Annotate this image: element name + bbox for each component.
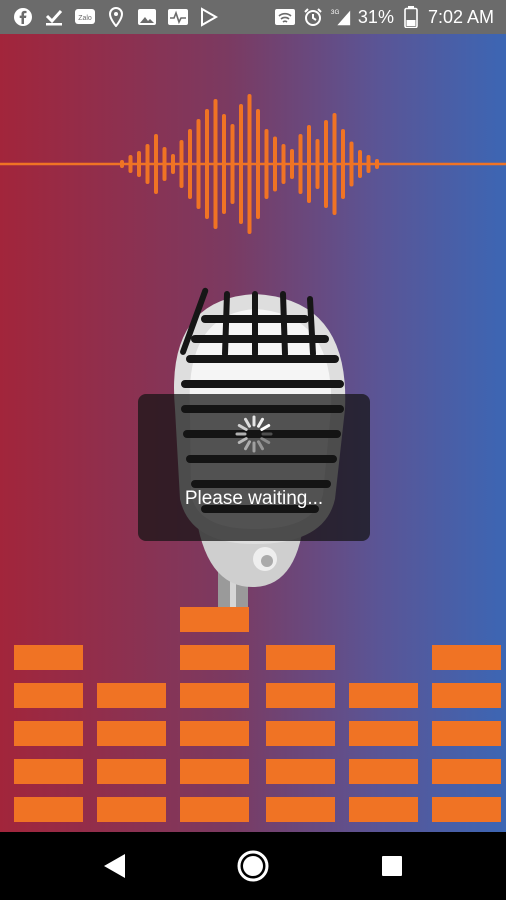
activity-icon — [167, 6, 189, 28]
battery-percent: 31% — [357, 6, 394, 27]
spinner-tick — [257, 440, 264, 451]
spinner-tick — [244, 417, 251, 428]
equalizer-block — [349, 759, 418, 784]
equalizer-block — [14, 683, 83, 708]
svg-text:Zalo: Zalo — [78, 15, 92, 22]
equalizer-block — [14, 721, 83, 746]
facebook-icon — [12, 6, 34, 28]
spinner-tick — [244, 440, 251, 451]
equalizer-block — [432, 645, 501, 670]
equalizer-block — [432, 721, 501, 746]
recents-button[interactable] — [372, 846, 412, 886]
equalizer-block — [266, 645, 335, 670]
recents-icon — [382, 856, 402, 876]
equalizer-block — [266, 721, 335, 746]
home-button[interactable] — [233, 846, 273, 886]
equalizer-block — [266, 759, 335, 784]
back-button[interactable] — [94, 846, 134, 886]
spinner-tick — [237, 424, 248, 431]
equalizer-block — [349, 683, 418, 708]
equalizer-block — [180, 759, 249, 784]
equalizer-block — [14, 759, 83, 784]
alarm-icon — [302, 6, 324, 28]
equalizer-block — [180, 607, 249, 632]
equalizer-block — [97, 759, 166, 784]
spinner-tick — [257, 417, 264, 428]
spinner-tick — [260, 424, 271, 431]
battery-icon — [400, 6, 422, 28]
loading-spinner-icon — [235, 415, 273, 453]
wifi-icon — [274, 6, 296, 28]
equalizer-block — [97, 797, 166, 822]
loading-message: Please waiting... — [184, 488, 324, 509]
equalizer-block — [432, 683, 501, 708]
equalizer-block — [97, 683, 166, 708]
equalizer-block — [97, 721, 166, 746]
signal-icon: 3G — [330, 6, 352, 28]
equalizer-block — [266, 797, 335, 822]
equalizer-block — [14, 797, 83, 822]
equalizer-block — [180, 797, 249, 822]
status-bar: Zalo 3G 31% 7:02 AM — [0, 0, 506, 34]
location-icon — [105, 6, 127, 28]
loading-dialog: Please waiting... — [138, 394, 370, 541]
spinner-tick — [237, 437, 248, 444]
equalizer-block — [180, 645, 249, 670]
network-type: 3G — [331, 9, 340, 16]
equalizer-block — [349, 797, 418, 822]
app-screen: Please waiting... — [0, 34, 506, 832]
navigation-bar — [0, 832, 506, 900]
equalizer-block — [180, 721, 249, 746]
equalizer-block — [349, 721, 418, 746]
clock: 7:02 AM — [427, 6, 494, 27]
image-icon — [136, 6, 158, 28]
download-done-icon — [43, 6, 65, 28]
back-icon — [104, 854, 125, 878]
equalizer-block — [432, 759, 501, 784]
spinner-tick — [260, 437, 271, 444]
zalo-icon: Zalo — [74, 6, 96, 28]
equalizer-block — [14, 645, 83, 670]
home-icon — [237, 850, 269, 882]
play-store-icon — [198, 6, 220, 28]
equalizer-block — [266, 683, 335, 708]
equalizer-block — [180, 683, 249, 708]
equalizer-block — [432, 797, 501, 822]
